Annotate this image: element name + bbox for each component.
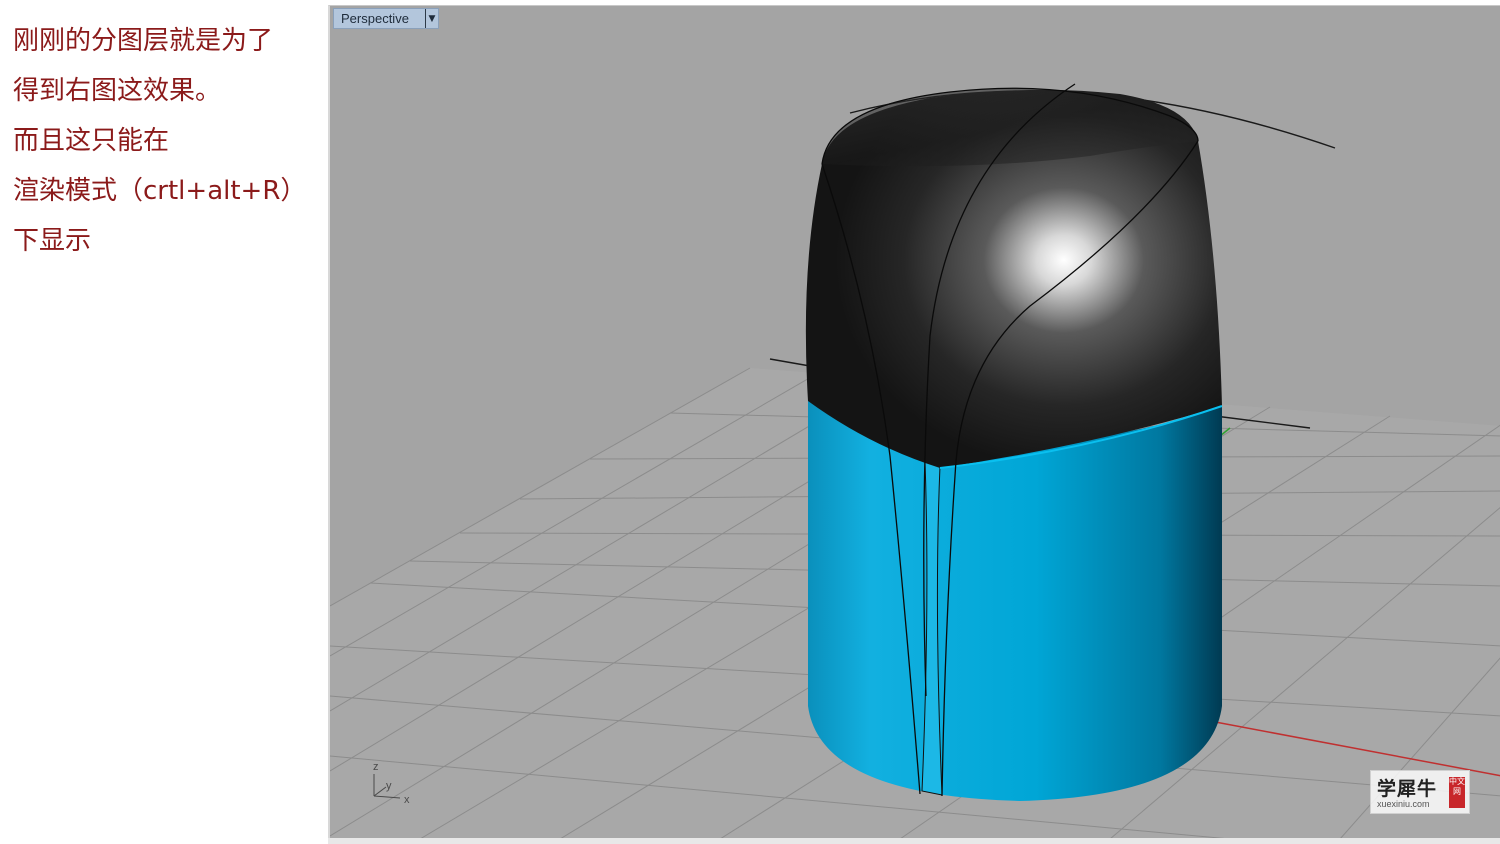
axis-label-x: x (404, 794, 410, 806)
watermark-logo: 学犀牛 xuexiniu.com 中文网 (1370, 770, 1470, 814)
axis-label-z: z (373, 761, 379, 773)
chevron-down-icon[interactable]: ▼ (425, 9, 438, 28)
note-line-2: 得到右图这效果。 (13, 76, 222, 106)
note-line-1: 刚刚的分图层就是为了 (13, 26, 274, 56)
watermark-brand: 学犀牛 (1377, 778, 1438, 800)
black-cap (805, 88, 1223, 469)
note-line-5: 下显示 (13, 226, 92, 256)
scene-canvas[interactable]: z y x (330, 6, 1500, 839)
screen: 刚刚的分图层就是为了 得到右图这效果。 而且这只能在 渲染模式（crtl+alt… (0, 0, 1500, 844)
viewport-title-tab[interactable]: Perspective ▼ (333, 8, 439, 29)
perspective-viewport[interactable]: z y x Perspective ▼ 学犀牛 xuexiniu.com 中文网 (328, 5, 1500, 839)
note-line-4: 渲染模式（crtl+alt+R） (13, 176, 307, 206)
blue-body (808, 401, 1222, 801)
watermark-domain: xuexiniu.com (1377, 799, 1430, 809)
viewport-title: Perspective (341, 11, 409, 26)
notes-panel: 刚刚的分图层就是为了 得到右图这效果。 而且这只能在 渲染模式（crtl+alt… (0, 0, 327, 844)
viewport-tab-strip (328, 838, 1500, 844)
axis-label-y: y (386, 780, 392, 792)
note-line-3: 而且这只能在 (13, 126, 170, 156)
watermark-seal: 中文网 (1449, 777, 1465, 808)
